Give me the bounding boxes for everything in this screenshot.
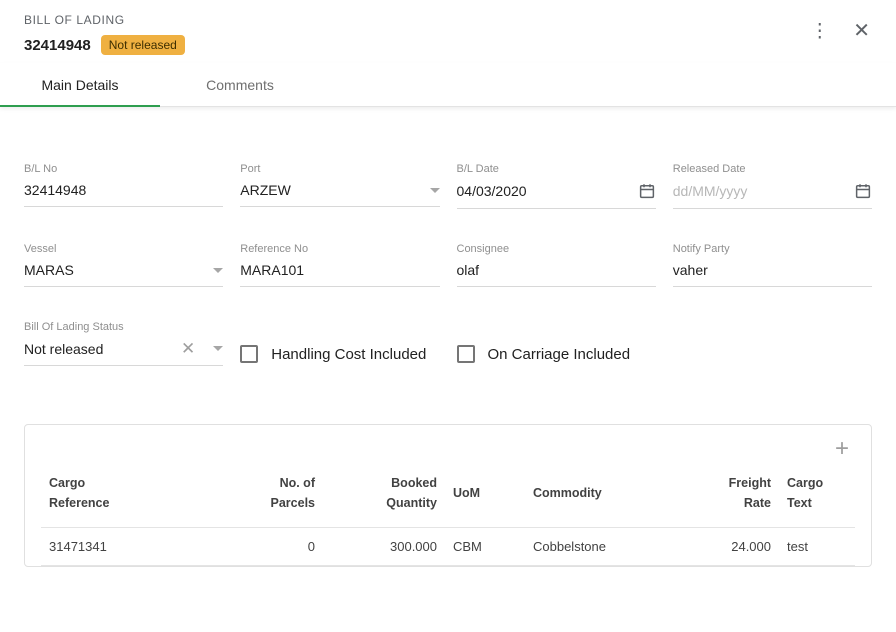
col-commodity: Commodity	[525, 463, 683, 528]
notify-party-field[interactable]: Notify Party vaher	[673, 243, 872, 287]
col-booked-quantity: Booked Quantity	[323, 463, 445, 528]
released-date-label: Released Date	[673, 163, 872, 175]
reference-no-label: Reference No	[240, 243, 439, 255]
chevron-down-icon	[430, 188, 440, 193]
on-carriage-checkbox-row[interactable]: On Carriage Included	[457, 342, 656, 366]
vessel-select[interactable]: MARAS	[24, 262, 223, 287]
vessel-field[interactable]: Vessel MARAS	[24, 243, 223, 287]
cargo-table-row[interactable]: 31471341 0 300.000 CBM Cobbelstone 24.00…	[41, 528, 855, 566]
add-cargo-line-button[interactable]: +	[835, 437, 849, 461]
reference-no-input[interactable]: MARA101	[240, 262, 439, 287]
cell-booked-quantity[interactable]: 300.000	[323, 528, 445, 566]
port-value: ARZEW	[240, 182, 423, 198]
bl-no-field[interactable]: B/L No 32414948	[24, 163, 223, 209]
bl-no-label: B/L No	[24, 163, 223, 175]
vessel-label: Vessel	[24, 243, 223, 255]
released-date-input[interactable]: dd/MM/yyyy	[673, 182, 872, 209]
port-field[interactable]: Port ARZEW	[240, 163, 439, 209]
bl-status-field[interactable]: Bill Of Lading Status Not released ✕	[24, 321, 223, 366]
cell-uom[interactable]: CBM	[445, 528, 525, 566]
consignee-input[interactable]: olaf	[457, 262, 656, 287]
dialog-header-actions: ⋮ ✕	[810, 13, 870, 41]
bl-number: 32414948	[24, 37, 91, 54]
col-uom: UoM	[445, 463, 525, 528]
reference-no-field[interactable]: Reference No MARA101	[240, 243, 439, 287]
reference-no-value: MARA101	[240, 262, 439, 278]
kebab-menu-icon: ⋮	[810, 21, 829, 42]
cargo-card-toolbar: +	[41, 433, 855, 463]
bl-date-field[interactable]: B/L Date 04/03/2020	[457, 163, 656, 209]
calendar-icon[interactable]	[854, 182, 872, 200]
bl-date-value: 04/03/2020	[457, 183, 632, 199]
bl-no-input[interactable]: 32414948	[24, 182, 223, 207]
dialog-header: BILL OF LADING 32414948 Not released ⋮ ✕	[0, 0, 896, 63]
released-date-placeholder: dd/MM/yyyy	[673, 183, 848, 199]
notify-party-label: Notify Party	[673, 243, 872, 255]
consignee-label: Consignee	[457, 243, 656, 255]
notify-party-input[interactable]: vaher	[673, 262, 872, 287]
col-no-of-parcels: No. of Parcels	[227, 463, 323, 528]
port-select[interactable]: ARZEW	[240, 182, 439, 207]
col-freight-rate: Freight Rate	[683, 463, 779, 528]
col-cargo-text: Cargo Text	[779, 463, 855, 528]
status-badge: Not released	[101, 35, 185, 55]
on-carriage-checkbox[interactable]	[457, 345, 475, 363]
bl-status-value: Not released	[24, 341, 181, 357]
clear-icon[interactable]: ✕	[181, 340, 195, 357]
bill-of-lading-dialog: BILL OF LADING 32414948 Not released ⋮ ✕…	[0, 0, 896, 567]
on-carriage-label: On Carriage Included	[488, 346, 631, 363]
chevron-down-icon	[213, 268, 223, 273]
cargo-table: Cargo Reference No. of Parcels Booked Qu…	[41, 463, 855, 566]
released-date-field[interactable]: Released Date dd/MM/yyyy	[673, 163, 872, 209]
main-details-form: B/L No 32414948 Port ARZEW B/L Date 04/0…	[0, 107, 896, 366]
port-label: Port	[240, 163, 439, 175]
cell-freight-rate[interactable]: 24.000	[683, 528, 779, 566]
bl-id-row: 32414948 Not released	[24, 35, 185, 55]
vessel-value: MARAS	[24, 262, 207, 278]
cell-cargo-text[interactable]: test	[779, 528, 855, 566]
close-button[interactable]: ✕	[853, 21, 870, 41]
handling-cost-checkbox[interactable]	[240, 345, 258, 363]
grid-spacer	[673, 321, 872, 366]
dialog-eyebrow: BILL OF LADING	[24, 13, 185, 27]
bl-status-select[interactable]: Not released ✕	[24, 340, 223, 366]
bl-date-input[interactable]: 04/03/2020	[457, 182, 656, 209]
more-options-button[interactable]: ⋮	[810, 22, 829, 41]
bl-no-value: 32414948	[24, 182, 223, 198]
tab-comments[interactable]: Comments	[160, 63, 320, 106]
cell-no-of-parcels[interactable]: 0	[227, 528, 323, 566]
bl-date-label: B/L Date	[457, 163, 656, 175]
dialog-header-left: BILL OF LADING 32414948 Not released	[24, 13, 185, 55]
bl-status-label: Bill Of Lading Status	[24, 321, 223, 333]
consignee-value: olaf	[457, 262, 656, 278]
close-icon: ✕	[853, 20, 870, 42]
tab-main-details[interactable]: Main Details	[0, 63, 160, 106]
cell-cargo-reference[interactable]: 31471341	[41, 528, 227, 566]
handling-cost-label: Handling Cost Included	[271, 346, 426, 363]
chevron-down-icon	[213, 346, 223, 351]
cargo-table-header-row: Cargo Reference No. of Parcels Booked Qu…	[41, 463, 855, 528]
cell-commodity[interactable]: Cobbelstone	[525, 528, 683, 566]
plus-icon: +	[835, 435, 849, 462]
tab-bar: Main Details Comments	[0, 63, 896, 107]
col-cargo-reference: Cargo Reference	[41, 463, 227, 528]
form-grid: B/L No 32414948 Port ARZEW B/L Date 04/0…	[24, 163, 872, 366]
cargo-lines-card: + Cargo Reference No. of Parcels Booked …	[24, 424, 872, 567]
consignee-field[interactable]: Consignee olaf	[457, 243, 656, 287]
calendar-icon[interactable]	[638, 182, 656, 200]
notify-party-value: vaher	[673, 262, 872, 278]
handling-cost-checkbox-row[interactable]: Handling Cost Included	[240, 342, 439, 366]
